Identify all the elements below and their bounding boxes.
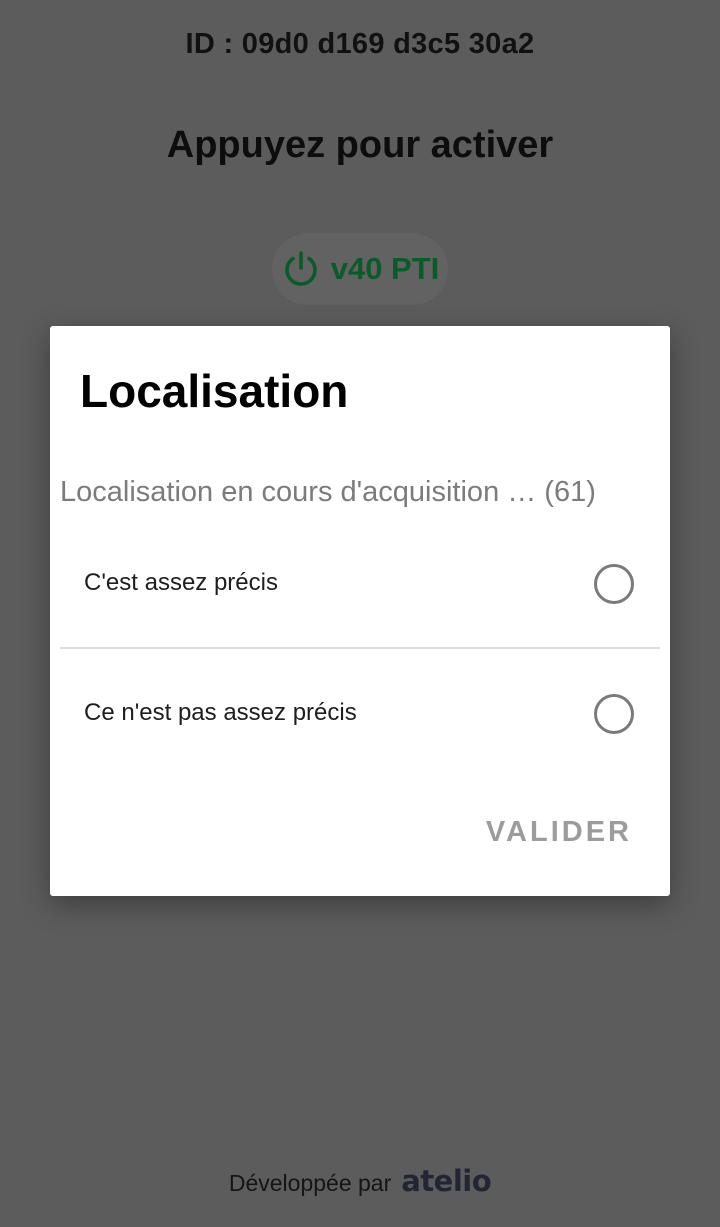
footer-text: Développée par [228, 1169, 392, 1196]
option-not-precise-enough[interactable]: Ce n'est pas assez précis [60, 658, 660, 768]
power-icon [281, 249, 321, 289]
validate-button[interactable]: VALIDER [486, 816, 632, 849]
option-label: Ce n'est pas assez précis [84, 699, 357, 726]
localisation-dialog: Localisation Localisation en cours d'acq… [50, 326, 670, 896]
radio-button[interactable] [594, 694, 634, 734]
acquisition-status: Localisation en cours d'acquisition … (6… [60, 476, 596, 508]
dialog-title: Localisation [80, 365, 349, 417]
activate-button-label: v40 PTI [330, 251, 440, 286]
atelio-logo: atelio [401, 1164, 492, 1198]
radio-button[interactable] [594, 564, 634, 604]
divider [60, 647, 660, 649]
option-label: C'est assez précis [84, 569, 278, 596]
activate-headline: Appuyez pour activer [166, 124, 554, 166]
option-precise-enough[interactable]: C'est assez précis [60, 528, 660, 638]
device-id: ID : 09d0 d169 d3c5 30a2 [185, 28, 535, 60]
footer: Développée par atelio [0, 1164, 720, 1200]
activate-button[interactable]: v40 PTI [272, 233, 448, 305]
